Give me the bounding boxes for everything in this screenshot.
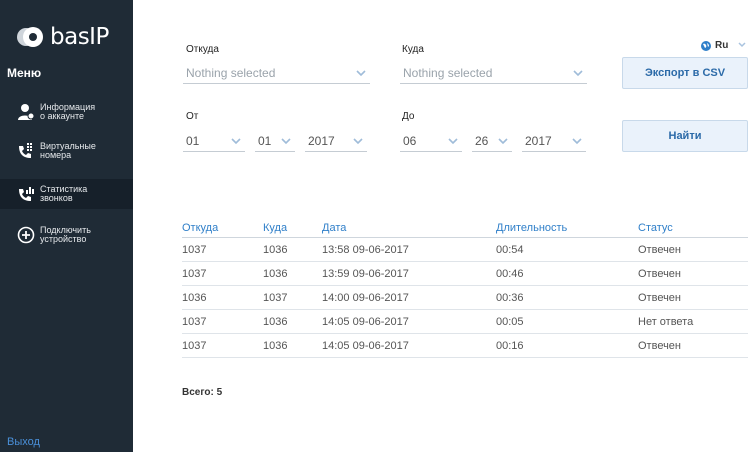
table-row: 1037 1036 13:58 09-06-2017 00:54 Отвечен [182, 238, 748, 262]
sidebar-item-label: Виртуальные номера [40, 141, 96, 160]
from-select[interactable]: Nothing selected [183, 64, 370, 84]
table-row: 1037 1036 14:05 09-06-2017 00:05 Нет отв… [182, 310, 748, 334]
cell-status: Отвечен [638, 268, 681, 280]
cell-date: 13:59 09-06-2017 [322, 268, 409, 280]
plus-circle-icon [16, 225, 36, 245]
language-value: Ru [715, 40, 729, 51]
chevron-down-icon [572, 138, 582, 145]
date-from-year-value: 2017 [308, 134, 335, 148]
chevron-down-icon [448, 138, 458, 145]
sidebar: basIP Меню Информация о аккаунте Виртуал… [0, 0, 133, 452]
from-label: Откуда [186, 44, 219, 55]
menu-title: Меню [7, 66, 42, 80]
sidebar-item-call-stats[interactable]: Статистика звонков [0, 179, 133, 209]
globe-icon [701, 40, 711, 51]
logo[interactable]: basIP [17, 24, 109, 50]
date-to-month-select[interactable]: 06 [400, 132, 462, 152]
from-select-value: Nothing selected [186, 66, 276, 80]
cell-from: 1037 [182, 268, 207, 280]
chevron-down-icon [281, 138, 291, 145]
cell-duration: 00:05 [496, 316, 524, 328]
phone-stats-icon [16, 184, 36, 204]
date-to-year-select[interactable]: 2017 [522, 132, 586, 152]
column-header-from[interactable]: Откуда [182, 222, 218, 234]
cell-to: 1037 [263, 292, 288, 304]
search-button[interactable]: Найти [622, 120, 748, 152]
date-to-label: До [402, 111, 415, 122]
to-select[interactable]: Nothing selected [400, 64, 587, 84]
chevron-down-icon [353, 138, 363, 145]
date-to-month-value: 06 [403, 134, 417, 148]
cell-duration: 00:46 [496, 268, 524, 280]
sidebar-item-label: Статистика звонков [40, 184, 88, 203]
cell-date: 13:58 09-06-2017 [322, 244, 409, 256]
chevron-down-icon[interactable] [738, 41, 746, 48]
column-header-duration[interactable]: Длительность [496, 222, 567, 234]
language-selector[interactable]: Ru [701, 40, 728, 51]
sidebar-item-label: Информация о аккаунте [40, 102, 96, 121]
table-header: Откуда Куда Дата Длительность Статус [182, 218, 748, 238]
chevron-down-icon [498, 138, 508, 145]
cell-to: 1036 [263, 316, 288, 328]
total-count: Всего: 5 [182, 387, 223, 398]
to-select-value: Nothing selected [403, 66, 493, 80]
chevron-down-icon [356, 70, 366, 77]
phone-grid-icon [16, 141, 36, 161]
date-from-day-value: 01 [258, 134, 272, 148]
cell-status: Отвечен [638, 292, 681, 304]
sidebar-item-account-info[interactable]: Информация о аккаунте [0, 97, 133, 127]
table-row: 1037 1036 14:05 09-06-2017 00:16 Отвечен [182, 334, 748, 358]
cell-duration: 00:36 [496, 292, 524, 304]
to-label: Куда [402, 44, 424, 55]
cell-date: 14:05 09-06-2017 [322, 340, 409, 352]
cell-to: 1036 [263, 268, 288, 280]
date-from-day-select[interactable]: 01 [255, 132, 295, 152]
date-from-label: От [186, 111, 199, 122]
sidebar-item-label: Подключить устройство [40, 225, 91, 244]
column-header-date[interactable]: Дата [322, 222, 346, 234]
date-from-month-select[interactable]: 01 [183, 132, 245, 152]
cell-from: 1037 [182, 316, 207, 328]
date-to-day-value: 26 [475, 134, 489, 148]
logo-mark-icon [17, 27, 47, 47]
cell-to: 1036 [263, 340, 288, 352]
calls-table: Откуда Куда Дата Длительность Статус 103… [182, 218, 748, 358]
column-header-to[interactable]: Куда [263, 222, 287, 234]
cell-status: Отвечен [638, 244, 681, 256]
cell-from: 1037 [182, 340, 207, 352]
sidebar-item-connect-device[interactable]: Подключить устройство [0, 220, 133, 250]
logout-link[interactable]: Выход [7, 436, 40, 448]
table-row: 1037 1036 13:59 09-06-2017 00:46 Отвечен [182, 262, 748, 286]
cell-duration: 00:16 [496, 340, 524, 352]
chevron-down-icon [573, 70, 583, 77]
date-to-year-value: 2017 [525, 134, 552, 148]
date-from-month-value: 01 [186, 134, 200, 148]
cell-date: 14:05 09-06-2017 [322, 316, 409, 328]
logo-text: basIP [50, 24, 109, 50]
chevron-down-icon [231, 138, 241, 145]
cell-status: Отвечен [638, 340, 681, 352]
cell-date: 14:00 09-06-2017 [322, 292, 409, 304]
cell-from: 1036 [182, 292, 207, 304]
table-row: 1036 1037 14:00 09-06-2017 00:36 Отвечен [182, 286, 748, 310]
sidebar-item-virtual-numbers[interactable]: Виртуальные номера [0, 136, 133, 166]
column-header-status[interactable]: Статус [638, 222, 673, 234]
user-icon [16, 102, 36, 122]
export-csv-button[interactable]: Экспорт в CSV [622, 57, 748, 89]
date-from-year-select[interactable]: 2017 [305, 132, 367, 152]
cell-from: 1037 [182, 244, 207, 256]
cell-status: Нет ответа [638, 316, 694, 328]
cell-duration: 00:54 [496, 244, 524, 256]
cell-to: 1036 [263, 244, 288, 256]
date-to-day-select[interactable]: 26 [472, 132, 512, 152]
